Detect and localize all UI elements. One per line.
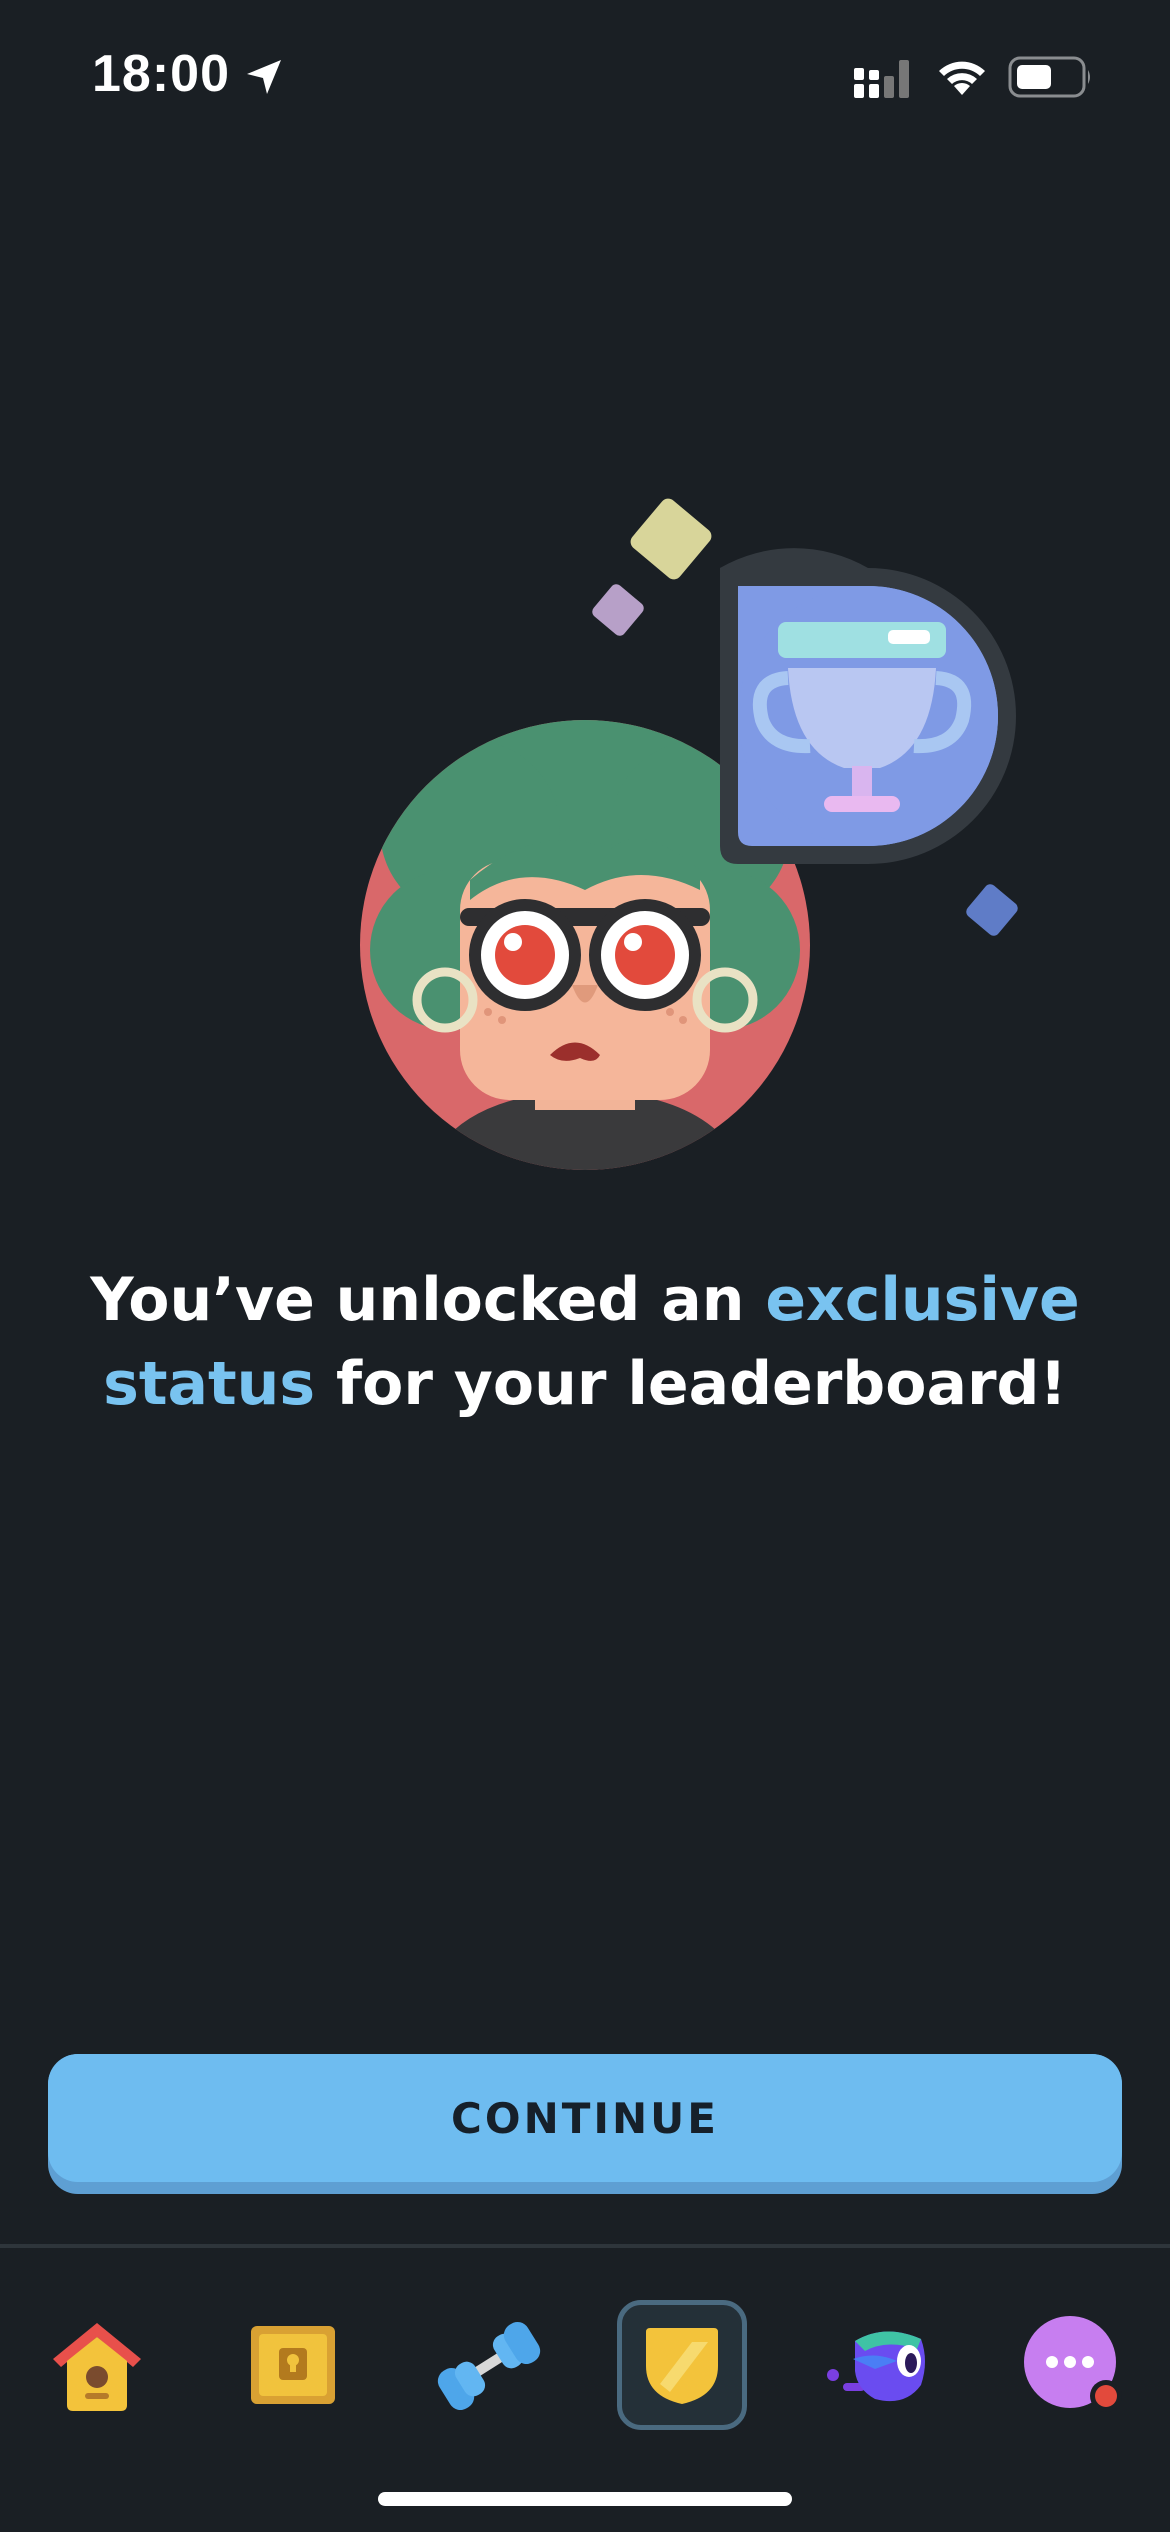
- tab-characters[interactable]: [818, 2300, 948, 2430]
- shield-icon: [646, 2328, 718, 2404]
- headline-text-1: You’ve unlocked an: [90, 1265, 766, 1335]
- bottom-tab-bar: [0, 2248, 1170, 2478]
- unlock-headline: You’ve unlocked an exclusive status for …: [60, 1258, 1110, 1426]
- headline-highlight-status: status: [103, 1349, 316, 1419]
- dumbbell-icon: [437, 2321, 541, 2411]
- sparkle-blue: [966, 884, 1018, 936]
- house-icon: [53, 2323, 141, 2411]
- continue-button-label: CONTINUE: [48, 2054, 1122, 2182]
- tab-practice[interactable]: [422, 2300, 552, 2430]
- battery-icon: [1008, 56, 1090, 98]
- home-indicator: [378, 2492, 792, 2506]
- trophy-badge: [720, 548, 1016, 864]
- status-time: 18:00: [92, 45, 230, 103]
- treasure-chest-icon: [251, 2326, 335, 2404]
- location-arrow-icon: [247, 60, 281, 94]
- tab-more[interactable]: [1008, 2300, 1138, 2430]
- more-icon: [1024, 2316, 1122, 2412]
- tab-leaderboard[interactable]: [617, 2300, 747, 2430]
- sparkle-yellow: [630, 498, 712, 580]
- unlock-illustration: [360, 498, 1018, 1170]
- continue-button[interactable]: CONTINUE: [48, 2054, 1122, 2194]
- character-icon: [827, 2331, 925, 2402]
- headline-text-2: for your leaderboard!: [315, 1349, 1067, 1419]
- cellular-signal-icon: [854, 60, 909, 98]
- wifi-icon: [939, 61, 985, 95]
- tab-treasure[interactable]: [228, 2300, 358, 2430]
- sparkle-purple: [592, 584, 644, 636]
- notification-dot: [1095, 2385, 1117, 2407]
- status-bar: 18:00: [0, 0, 1170, 150]
- tab-home[interactable]: [32, 2300, 162, 2430]
- headline-highlight-exclusive: exclusive: [765, 1265, 1080, 1335]
